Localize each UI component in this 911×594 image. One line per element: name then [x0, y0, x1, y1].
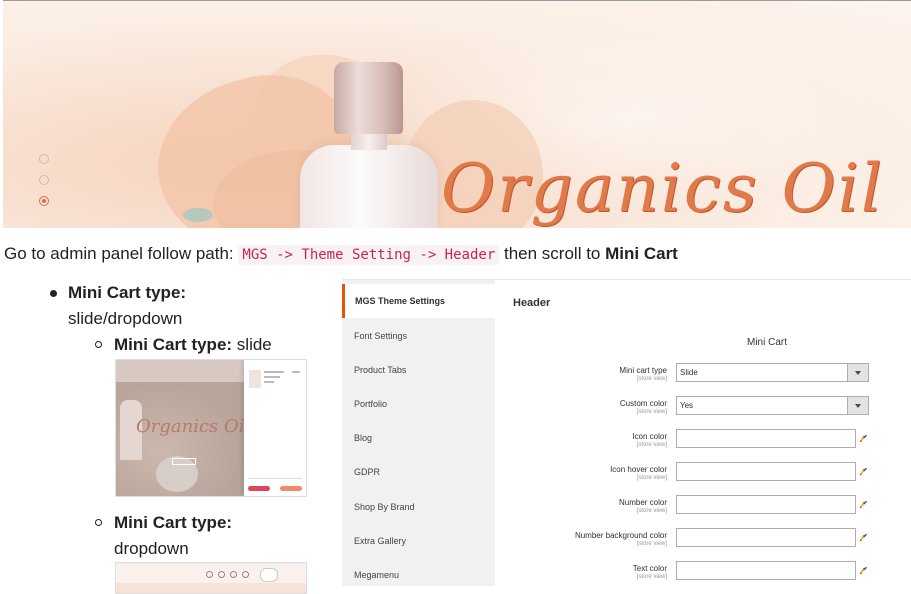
sidebar-item-gdpr[interactable]: GDPR	[342, 455, 495, 489]
instruction-target: Mini Cart	[605, 244, 678, 263]
sub-item-value: dropdown	[114, 539, 189, 558]
list-item-label: Mini Cart type:	[68, 283, 187, 302]
sub-item-label: Mini Cart type:	[114, 335, 233, 354]
admin-sidebar: MGS Theme Settings Font Settings Product…	[342, 280, 495, 586]
sub-list-item-slide: Mini Cart type: slide	[114, 335, 272, 355]
sidebar-item-shop-by-brand[interactable]: Shop By Brand	[342, 490, 495, 524]
preview-user-icon	[218, 571, 225, 578]
preview-brand-text: Organics Oil	[136, 416, 251, 437]
number-background-color-input[interactable]	[676, 528, 856, 547]
preview-nav	[116, 360, 244, 382]
text-color-input[interactable]	[676, 561, 856, 580]
sub-bullet	[95, 519, 102, 526]
bottle-cap	[334, 62, 403, 134]
sub-item-value: slide	[236, 335, 272, 354]
sidebar-item-mgs-theme-settings[interactable]: MGS Theme Settings	[342, 284, 495, 318]
sidebar-item-extra-gallery[interactable]: Extra Gallery	[342, 524, 495, 558]
preview-minicart-panel	[244, 360, 306, 496]
slide-preview-image: Organics Oil	[115, 359, 307, 497]
field-label: Text color	[632, 564, 667, 573]
color-picker-icon[interactable]	[859, 500, 868, 509]
field-label: Number background color	[574, 531, 667, 540]
instruction-middle: then scroll to	[504, 244, 601, 263]
number-color-input[interactable]	[676, 495, 856, 514]
admin-screenshot: MGS Theme Settings Font Settings Product…	[342, 279, 911, 586]
banner-brand-text: Organics Oil	[441, 150, 885, 227]
chevron-down-icon[interactable]	[847, 364, 868, 381]
section-title: Header	[513, 297, 551, 309]
bottle-body	[300, 145, 438, 228]
field-number-background-color: Number background color [store view]	[495, 528, 911, 556]
preview-product-thumb	[249, 370, 261, 388]
field-label: Icon hover color	[610, 465, 667, 474]
sidebar-item-megamenu[interactable]: Megamenu	[342, 558, 495, 586]
select-value: Slide	[680, 368, 698, 377]
preview-divider	[248, 478, 302, 479]
preview-heart-icon	[230, 571, 237, 578]
instruction-line: Go to admin panel follow path: MGS -> Th…	[4, 244, 678, 265]
field-scope: [store view]	[636, 442, 667, 448]
color-picker-icon[interactable]	[859, 467, 868, 476]
slider-dot[interactable]	[39, 154, 49, 164]
preview-line	[264, 371, 284, 373]
preview-line	[264, 381, 274, 383]
bullet	[50, 290, 57, 297]
color-picker-icon[interactable]	[859, 566, 868, 575]
field-custom-color: Custom color [store view] Yes	[495, 396, 911, 424]
sidebar-item-portfolio[interactable]: Portfolio	[342, 387, 495, 421]
preview-search-icon	[206, 571, 213, 578]
slider-dot[interactable]	[39, 175, 49, 185]
select-value: Yes	[680, 401, 694, 410]
list-item-value: slide/dropdown	[68, 309, 183, 328]
color-picker-icon[interactable]	[859, 533, 868, 542]
color-picker-icon[interactable]	[859, 434, 868, 443]
sidebar-item-blog[interactable]: Blog	[342, 421, 495, 455]
preview-cart-icon	[242, 571, 249, 578]
hero-banner: Organics Oil	[3, 0, 911, 228]
divider	[3, 0, 911, 1]
slider-dot-active[interactable]	[39, 196, 49, 206]
field-scope: [store view]	[636, 376, 667, 382]
field-label: Icon color	[632, 432, 667, 441]
field-scope: [store view]	[636, 475, 667, 481]
field-mini-cart-type: Mini cart type [store view] Slide	[495, 363, 911, 391]
slider-dots	[39, 154, 49, 217]
preview-view-cart-button	[248, 486, 270, 491]
field-scope: [store view]	[636, 409, 667, 415]
field-label: Custom color	[619, 399, 667, 408]
preview-line	[292, 371, 300, 373]
preview-cart-pill	[260, 568, 278, 582]
preview-line	[264, 376, 280, 378]
field-text-color: Text color [store view]	[495, 561, 911, 586]
preview-button	[172, 458, 196, 465]
field-scope: [store view]	[636, 541, 667, 547]
field-label: Mini cart type	[619, 366, 667, 375]
field-number-color: Number color [store view]	[495, 495, 911, 523]
field-icon-color: Icon color [store view]	[495, 429, 911, 457]
chevron-down-icon[interactable]	[847, 397, 868, 414]
field-label: Number color	[618, 498, 667, 507]
field-scope: [store view]	[636, 508, 667, 514]
sidebar-item-font-settings[interactable]: Font Settings	[342, 319, 495, 353]
field-scope: [store view]	[636, 574, 667, 580]
dropdown-preview-image	[115, 562, 307, 594]
admin-path: MGS -> Theme Setting -> Header	[238, 245, 500, 265]
mini-cart-type-select[interactable]: Slide	[676, 363, 869, 382]
sub-item-label: Mini Cart type:	[114, 513, 233, 532]
icon-color-input[interactable]	[676, 429, 856, 448]
sidebar-item-product-tabs[interactable]: Product Tabs	[342, 353, 495, 387]
custom-color-select[interactable]: Yes	[676, 396, 869, 415]
preview-checkout-button	[280, 486, 302, 491]
icon-hover-color-input[interactable]	[676, 462, 856, 481]
sub-bullet	[95, 341, 102, 348]
leaf	[183, 208, 213, 222]
field-icon-hover-color: Icon hover color [store view]	[495, 462, 911, 490]
instruction-prefix: Go to admin panel follow path:	[4, 244, 234, 263]
group-title: Mini Cart	[747, 337, 788, 348]
